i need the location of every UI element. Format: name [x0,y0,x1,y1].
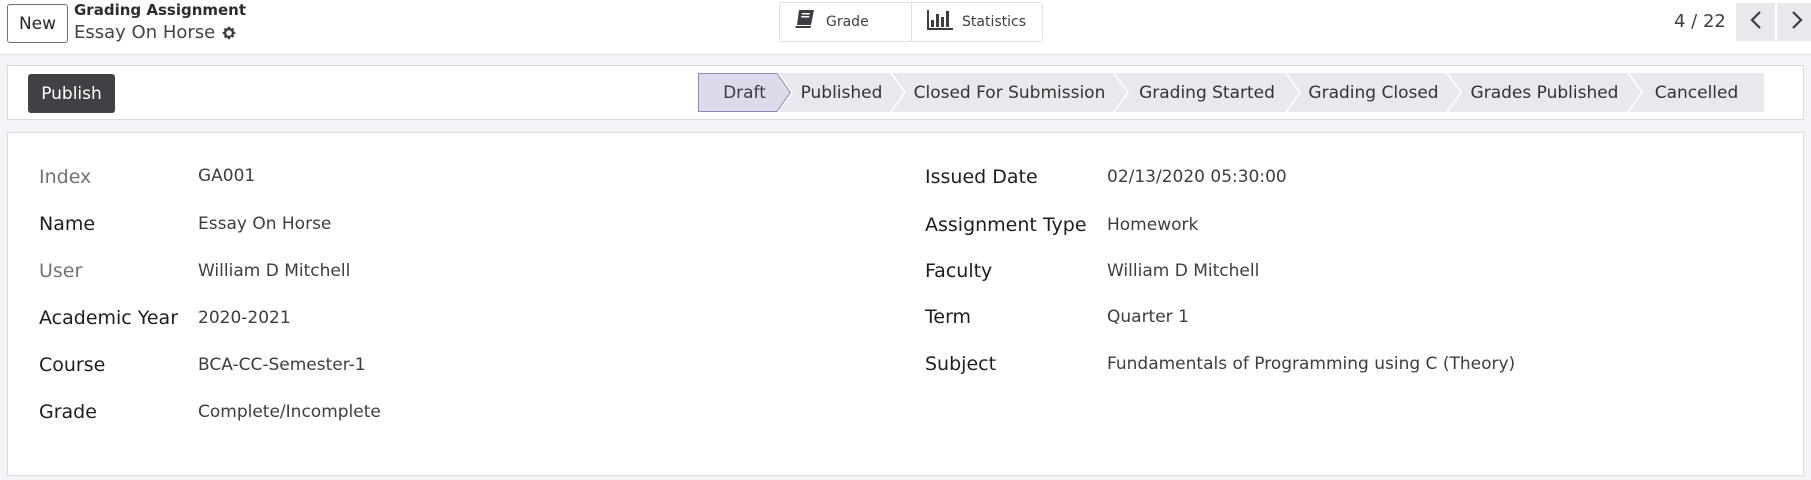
gear-icon[interactable] [221,25,237,41]
chevron-left-icon [1749,10,1763,34]
name-label: Name [39,213,96,235]
course-label: Course [39,354,106,376]
statistics-smart-label: Statistics [962,14,1026,30]
stage-grades-published[interactable]: Grades Published [1448,73,1641,112]
book-icon [794,9,818,35]
stage-published[interactable]: Published [779,73,904,112]
stage-draft[interactable]: Draft [698,73,791,112]
name-value[interactable]: Essay On Horse [198,214,331,234]
stage-grading-started[interactable]: Grading Started [1115,73,1299,112]
form-sheet: Index GA001 Name Essay On Horse User Wil… [7,132,1804,476]
control-panel: New Grading Assignment Essay On Horse Gr… [0,0,1811,55]
grade-smart-label: Grade [826,14,869,30]
faculty-value[interactable]: William D Mitchell [1107,261,1259,281]
grade-value[interactable]: Complete/Incomplete [198,402,381,422]
term-label: Term [925,306,972,328]
issued-date-label: Issued Date [925,166,1038,188]
subject-value[interactable]: Fundamentals of Programming using C (The… [1107,354,1515,374]
status-bar: Publish Draft Published Closed For Submi… [7,65,1804,120]
record-title: Essay On Horse [74,22,216,43]
stage-pipeline: Draft Published Closed For Submission Gr… [698,73,1764,112]
chevron-right-icon [1790,10,1804,34]
breadcrumb-parent[interactable]: Grading Assignment [74,1,246,19]
course-value[interactable]: BCA-CC-Semester-1 [198,355,366,375]
faculty-label: Faculty [925,260,993,282]
pager-next-button[interactable] [1777,3,1811,41]
subject-label: Subject [925,353,997,375]
term-value[interactable]: Quarter 1 [1107,307,1189,327]
bar-chart-icon [926,9,954,35]
stage-cancelled[interactable]: Cancelled [1629,73,1764,112]
stage-grading-closed[interactable]: Grading Closed [1287,73,1460,112]
index-value: GA001 [198,166,256,186]
breadcrumb-current: Essay On Horse [74,22,237,43]
assignment-type-value[interactable]: Homework [1107,215,1198,235]
new-button[interactable]: New [7,4,68,43]
user-value: William D Mitchell [198,261,351,281]
pager-value[interactable]: 4 / 22 [1674,11,1726,32]
grade-label: Grade [39,401,97,423]
pager-nav [1736,3,1811,41]
index-label: Index [39,166,92,188]
academic-year-label: Academic Year [39,307,179,329]
statistics-smart-button[interactable]: Statistics [911,3,1042,41]
smart-buttons: Grade Statistics [779,2,1043,42]
assignment-type-label: Assignment Type [925,214,1087,236]
stage-closed-for-submission[interactable]: Closed For Submission [892,73,1127,112]
issued-date-value[interactable]: 02/13/2020 05:30:00 [1107,167,1287,187]
grade-smart-button[interactable]: Grade [780,3,911,41]
pager-previous-button[interactable] [1736,3,1775,41]
user-label: User [39,260,83,282]
academic-year-value[interactable]: 2020-2021 [198,308,291,328]
publish-button[interactable]: Publish [28,74,115,113]
